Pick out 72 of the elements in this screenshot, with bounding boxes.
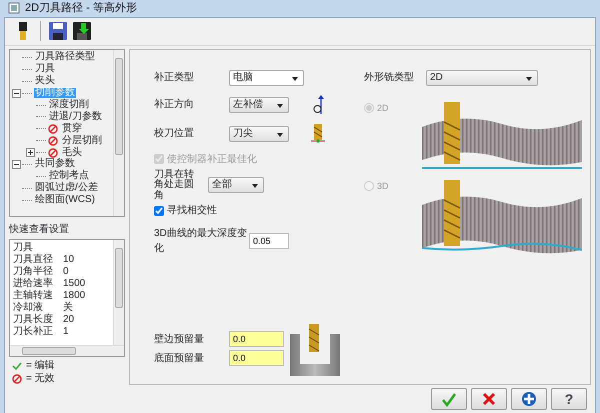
checkbox[interactable] [154, 206, 164, 216]
checkbox-label: 寻找相交性 [167, 204, 217, 218]
setting-value: 10 [63, 254, 74, 266]
setting-value: 1500 [63, 278, 86, 290]
setting-value: 1 [63, 326, 69, 338]
tree-item[interactable]: 贯穿 [61, 124, 83, 134]
cross-icon [481, 391, 497, 407]
radio-label: 2D [377, 102, 389, 114]
setting-value: 20 [63, 314, 74, 326]
offset-direction-icon [313, 94, 325, 116]
scrollbar[interactable] [113, 240, 124, 344]
ok-button[interactable] [431, 388, 467, 410]
dropdown[interactable]: 全部 [208, 177, 264, 194]
checkbox-label: 使控制器补正最佳化 [167, 152, 257, 166]
window-title: 2D刀具路径 - 等高外形 [25, 0, 137, 16]
tree-item[interactable]: 控制考点 [48, 171, 90, 182]
field-label: 刀具在转角处走圆角 [154, 170, 195, 201]
field-label: 校刀位置 [154, 126, 195, 141]
dropdown[interactable]: 电脑 [229, 70, 304, 86]
legend-text: = 编辑 [26, 358, 55, 373]
input-field[interactable]: 0.05 [249, 233, 289, 249]
tree-item[interactable]: 绘图面(WCS) [34, 195, 96, 206]
dropdown[interactable]: 2D [426, 70, 538, 86]
check-icon [12, 360, 22, 370]
legend-text: = 无效 [26, 372, 55, 386]
scrollbar[interactable] [10, 344, 124, 356]
dropdown[interactable]: 刀尖 [229, 126, 289, 142]
field-label: 3D曲线的最大深度变化 [154, 226, 248, 256]
collapse-icon[interactable] [12, 88, 21, 98]
tree-item[interactable]: 深度切削 [48, 100, 90, 110]
cancel-button[interactable] [471, 388, 507, 410]
field-label: 外形铣类型 [364, 70, 415, 85]
tree-item[interactable]: 共同参数 [34, 159, 76, 170]
scrollbar[interactable] [113, 50, 124, 216]
setting-value: 关 [63, 302, 73, 314]
app-icon [8, 2, 20, 14]
tree-item[interactable]: 刀具路径类型 [34, 52, 96, 62]
field-label: 补正方向 [154, 98, 195, 112]
field-label: 补正类型 [154, 70, 195, 85]
field-label: 底面预留量 [154, 352, 205, 366]
setting-name: 刀角半径 [13, 266, 54, 278]
pocket-drawing [290, 324, 340, 376]
setting-name: 刀具长度 [13, 314, 54, 326]
field-label: 壁边预留量 [154, 332, 205, 346]
add-button[interactable] [511, 388, 547, 410]
plus-circle-icon [521, 391, 537, 407]
setting-name: 进给速率 [13, 278, 54, 290]
radio-label: 3D [377, 180, 389, 192]
collapse-icon[interactable] [12, 160, 21, 169]
tree-item[interactable]: 圆弧过虑/公差 [34, 183, 99, 194]
tree-item[interactable]: 进退/刀参数 [48, 112, 103, 122]
setting-value: 1800 [63, 290, 86, 302]
input-field[interactable]: 0.0 [229, 331, 284, 347]
tree-item[interactable]: 毛头 [61, 148, 83, 158]
save-icon[interactable] [48, 21, 68, 41]
check-icon [441, 391, 457, 407]
prohibited-icon [12, 374, 22, 384]
setting-name: 主轴转速 [13, 290, 54, 302]
expand-icon[interactable] [26, 148, 35, 158]
input-field[interactable]: 0.0 [229, 350, 284, 366]
section-title: 快速查看设置 [9, 222, 70, 236]
tree-item[interactable]: 夹头 [34, 76, 56, 86]
setting-name: 冷却液 [13, 302, 44, 314]
tool-tip-icon [311, 124, 325, 144]
help-button[interactable]: ? [551, 388, 587, 410]
setting-name: 刀具直径 [13, 254, 54, 266]
tree-item[interactable]: 刀具 [34, 64, 56, 74]
tree-item[interactable]: 分层切削 [61, 136, 103, 146]
dropdown[interactable]: 左补偿 [229, 96, 289, 112]
setting-name: 刀长补正 [13, 326, 54, 338]
setting-value: 0 [63, 266, 69, 278]
setting-name: 刀具 [13, 242, 33, 254]
